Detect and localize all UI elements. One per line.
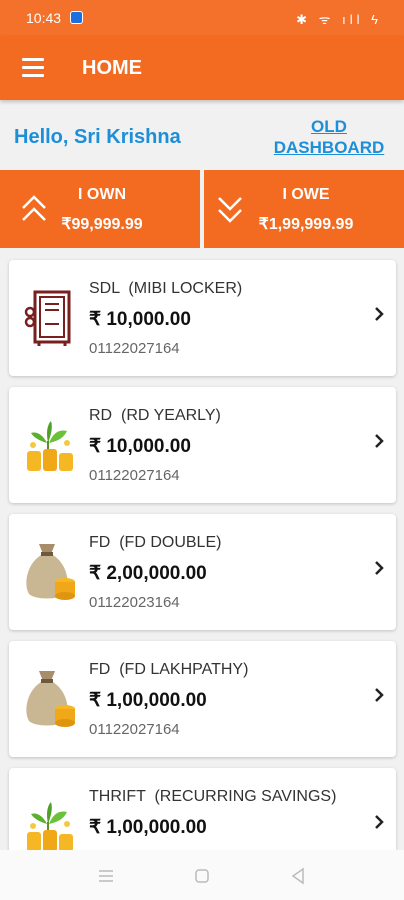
account-number: 01122027164 bbox=[89, 721, 180, 738]
chevron-right-icon bbox=[375, 688, 384, 702]
account-number: 01122023164 bbox=[89, 594, 180, 611]
plant-coins-icon bbox=[27, 802, 73, 852]
old-dashboard-link[interactable]: OLD DASHBOARD bbox=[270, 116, 388, 158]
status-icons: ✱ ᯤ ıll ϟ bbox=[296, 12, 382, 27]
page-title: HOME bbox=[82, 57, 142, 79]
account-title: FD (FD DOUBLE) bbox=[89, 534, 222, 551]
account-title: RD (RD YEARLY) bbox=[89, 407, 221, 424]
i-own-label: I OWN bbox=[78, 186, 126, 203]
account-title: SDL (MIBI LOCKER) bbox=[89, 280, 243, 297]
i-own-tile[interactable]: I OWN ₹99,999.99 bbox=[0, 170, 200, 248]
i-owe-label: I OWE bbox=[282, 186, 330, 203]
account-amount: ₹ 1,00,000.00 bbox=[89, 817, 207, 838]
status-bar: 10:43 ✱ ᯤ ıll ϟ bbox=[0, 0, 404, 36]
account-number: 01122027164 bbox=[89, 467, 180, 484]
menu-icon[interactable] bbox=[22, 58, 44, 78]
account-amount: ₹ 2,00,000.00 bbox=[89, 563, 207, 584]
locker-icon bbox=[24, 290, 71, 346]
chevron-right-icon bbox=[375, 434, 384, 448]
account-title: THRIFT (RECURRING SAVINGS) bbox=[89, 788, 337, 805]
account-amount: ₹ 1,00,000.00 bbox=[89, 690, 207, 711]
chevron-right-icon bbox=[375, 815, 384, 829]
i-owe-tile[interactable]: I OWE ₹1,99,999.99 bbox=[204, 170, 404, 248]
plant-coins-icon bbox=[27, 421, 73, 471]
account-amount: ₹ 10,000.00 bbox=[89, 436, 191, 457]
home-icon[interactable] bbox=[192, 866, 212, 886]
chevron-right-icon bbox=[375, 561, 384, 575]
status-time: 10:43 bbox=[26, 10, 62, 26]
account-card[interactable]: FD (FD LAKHPATHY) ₹ 1,00,000.00 01122027… bbox=[9, 641, 396, 757]
notification-icon bbox=[70, 11, 83, 24]
money-bag-icon bbox=[26, 671, 75, 727]
account-title: FD (FD LAKHPATHY) bbox=[89, 661, 249, 678]
app-bar: HOME bbox=[0, 36, 404, 100]
account-amount: ₹ 10,000.00 bbox=[89, 309, 191, 330]
i-owe-amount: ₹1,99,999.99 bbox=[258, 216, 354, 233]
account-card[interactable]: RD (RD YEARLY) ₹ 10,000.00 01122027164 bbox=[9, 387, 396, 503]
greeting-text: Hello, Sri Krishna bbox=[14, 126, 181, 148]
money-bag-icon bbox=[26, 544, 75, 600]
account-card[interactable]: SDL (MIBI LOCKER) ₹ 10,000.00 0112202716… bbox=[9, 260, 396, 376]
chevron-right-icon bbox=[375, 307, 384, 321]
account-card[interactable]: FD (FD DOUBLE) ₹ 2,00,000.00 01122023164 bbox=[9, 514, 396, 630]
back-icon[interactable] bbox=[288, 866, 308, 886]
old-dashboard-line2: DASHBOARD bbox=[273, 138, 385, 157]
old-dashboard-line1: OLD bbox=[311, 117, 347, 136]
system-nav-bar bbox=[0, 850, 404, 900]
account-number: 01122027164 bbox=[89, 340, 180, 357]
i-own-amount: ₹99,999.99 bbox=[61, 216, 143, 233]
recent-apps-icon[interactable] bbox=[96, 866, 116, 886]
